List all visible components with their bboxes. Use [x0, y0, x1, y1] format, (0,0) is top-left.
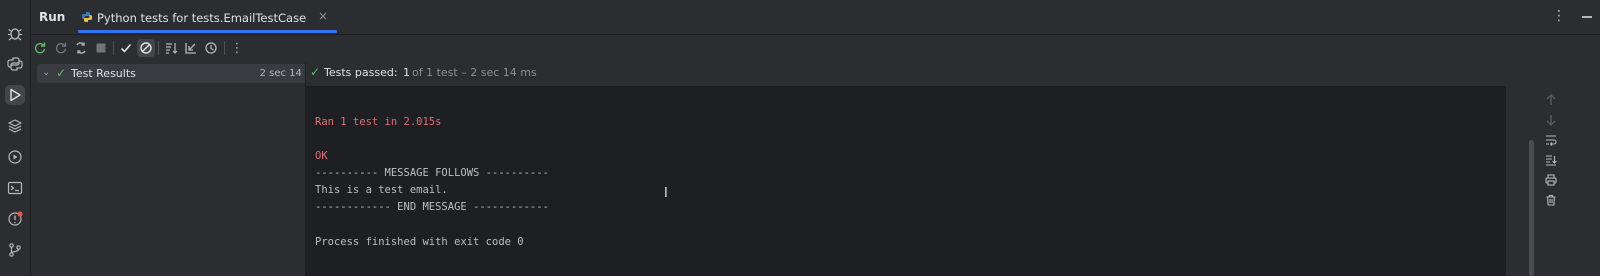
toggle-auto-test-icon[interactable]	[72, 39, 90, 57]
show-passed-icon[interactable]	[117, 39, 135, 57]
console-line: ---------- MESSAGE FOLLOWS ----------	[315, 167, 549, 179]
import-tests-icon[interactable]	[182, 39, 200, 57]
tab-python-tests[interactable]: Python tests for tests.EmailTestCase ×	[78, 0, 337, 33]
run-title: Run	[39, 10, 66, 24]
chevron-down-icon[interactable]: ⌄	[42, 67, 50, 78]
more-actions-icon[interactable]: ⋮	[228, 39, 246, 57]
arrow-up-icon[interactable]	[1543, 92, 1559, 108]
status-prefix: Tests passed:	[324, 66, 398, 79]
test-status-bar: ✓ Tests passed: 1 of 1 test – 2 sec 14 m…	[305, 62, 1600, 86]
layers-icon[interactable]	[5, 116, 25, 136]
test-passed-icon: ✓	[56, 66, 67, 80]
problems-icon[interactable]	[5, 209, 25, 229]
tree-label: Test Results	[71, 67, 136, 80]
show-ignored-icon[interactable]	[137, 39, 155, 57]
minimize-icon[interactable]	[1582, 16, 1592, 18]
status-count: 1	[403, 66, 410, 79]
arrow-down-icon[interactable]	[1543, 112, 1559, 128]
run-panel-header: Run Python tests for tests.EmailTestCase…	[31, 0, 1600, 35]
console-side-toolbar	[1537, 86, 1565, 276]
scroll-to-end-icon[interactable]	[1543, 152, 1559, 168]
status-detail: of 1 test – 2 sec 14 ms	[412, 66, 537, 79]
soft-wrap-icon[interactable]	[1543, 132, 1559, 148]
console-line: OK	[315, 150, 328, 162]
console-output[interactable]: Ran 1 test in 2.015s OK ---------- MESSA…	[305, 86, 1506, 276]
rerun-icon[interactable]	[31, 39, 49, 57]
passed-check-icon: ✓	[310, 65, 321, 79]
left-tool-strip	[0, 0, 31, 276]
test-tree: ⌄ ✓ Test Results 2 sec 14 ms	[31, 62, 335, 276]
console-line: Process finished with exit code 0	[315, 236, 524, 248]
toolbar-separator	[158, 41, 159, 55]
terminal-icon[interactable]	[5, 178, 25, 198]
run-toolbar: ⋮	[31, 35, 1600, 61]
text-cursor-icon: I	[664, 186, 668, 201]
toolbar-separator	[224, 41, 225, 55]
rerun-failed-icon[interactable]	[52, 39, 70, 57]
more-options-icon[interactable]: ⋮	[1552, 8, 1566, 24]
console-line: ------------ END MESSAGE ------------	[315, 201, 549, 213]
debug-icon[interactable]	[5, 23, 25, 43]
print-icon[interactable]	[1543, 172, 1559, 188]
tree-row-test-results[interactable]: ⌄ ✓ Test Results 2 sec 14 ms	[37, 64, 326, 83]
toolbar-separator	[113, 41, 114, 55]
tab-active-indicator	[78, 30, 337, 33]
git-icon[interactable]	[5, 240, 25, 260]
trash-icon[interactable]	[1543, 192, 1559, 208]
python-console-icon[interactable]	[5, 54, 25, 74]
console-line: This is a test email.	[315, 184, 448, 196]
stop-icon[interactable]	[92, 39, 110, 57]
console-line: Ran 1 test in 2.015s	[315, 116, 442, 128]
sort-icon[interactable]	[162, 39, 180, 57]
tab-label: Python tests for tests.EmailTestCase	[97, 11, 307, 25]
history-icon[interactable]	[202, 39, 220, 57]
run-icon[interactable]	[5, 85, 25, 105]
python-test-icon	[82, 12, 92, 22]
close-icon[interactable]: ×	[318, 9, 328, 23]
console-scrollbar[interactable]	[1529, 140, 1534, 276]
services-icon[interactable]	[5, 147, 25, 167]
